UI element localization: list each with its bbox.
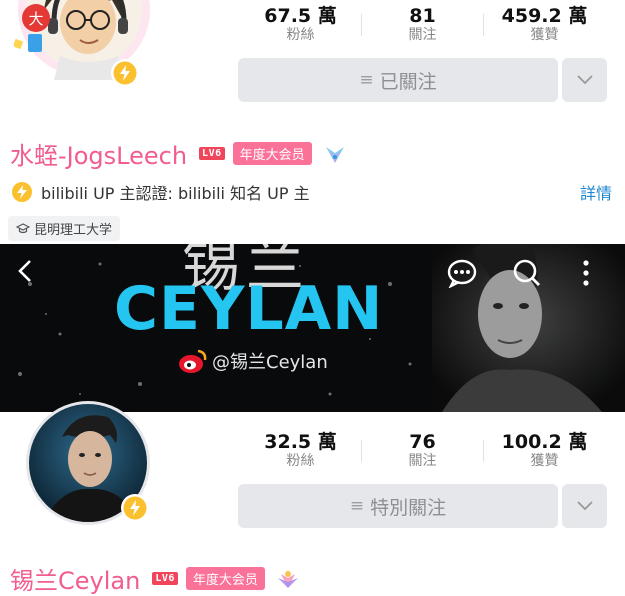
banner-weibo: @锡兰Ceylan <box>178 348 328 374</box>
school-name: 昆明理工大学 <box>34 223 113 238</box>
chat-icon[interactable] <box>446 258 478 288</box>
back-icon[interactable] <box>14 258 36 284</box>
certification-row: bilibili UP 主認證: bilibili 知名 UP 主 詳情 <box>12 180 612 204</box>
stat-value: 100.2 萬 <box>501 431 588 453</box>
stats-bottom: 32.5 萬 粉絲 76 關注 100.2 萬 獲贊 <box>240 432 605 470</box>
menu-lines-icon: ≡ <box>359 70 374 90</box>
vip-badge[interactable]: 年度大会员 <box>232 142 312 165</box>
following-label: 已關注 <box>379 70 437 93</box>
stat-value: 67.5 萬 <box>264 5 337 27</box>
stat-label: 粉絲 <box>286 453 315 469</box>
username[interactable]: 锡兰Ceylan <box>10 561 140 596</box>
follow-options-button[interactable] <box>562 58 607 102</box>
stat-label: 關注 <box>408 27 437 43</box>
weibo-handle: @锡兰Ceylan <box>212 352 328 373</box>
chevron-down-icon <box>576 501 593 511</box>
avatar-jogsleech[interactable]: 大 年 <box>12 0 152 92</box>
search-icon[interactable] <box>512 258 542 288</box>
lightning-icon <box>12 182 32 202</box>
stat-value: 76 <box>409 431 436 453</box>
lightning-icon <box>121 494 149 522</box>
more-vertical-icon[interactable] <box>581 258 591 288</box>
level-badge: LV6 <box>152 572 178 585</box>
stat-fans[interactable]: 67.5 萬 粉絲 <box>240 6 361 44</box>
weibo-icon <box>179 349 207 373</box>
flower-badge-icon[interactable] <box>275 568 301 590</box>
username[interactable]: 水蛭-JogsLeech <box>10 136 187 171</box>
flower-badge-icon[interactable] <box>322 143 348 165</box>
details-link[interactable]: 詳情 <box>580 180 612 204</box>
level-badge: LV6 <box>199 147 225 160</box>
stat-label: 關注 <box>408 453 437 469</box>
lightning-icon <box>111 59 139 87</box>
stat-label: 獲贊 <box>530 27 559 43</box>
stat-likes[interactable]: 100.2 萬 獲贊 <box>484 432 605 470</box>
profile-banner: 锡兰 CEYLAN @锡兰Ceylan <box>0 244 625 412</box>
stat-fans[interactable]: 32.5 萬 粉絲 <box>240 432 361 470</box>
stats-top: 67.5 萬 粉絲 81 關注 459.2 萬 獲贊 <box>240 6 605 44</box>
stat-label: 粉絲 <box>286 27 315 43</box>
name-row-bottom: 锡兰Ceylan LV6 年度大会员 <box>10 561 301 596</box>
stat-value: 32.5 萬 <box>264 431 337 453</box>
stat-likes[interactable]: 459.2 萬 獲贊 <box>484 6 605 44</box>
name-row-top: 水蛭-JogsLeech LV6 年度大会员 <box>10 136 348 171</box>
special-follow-button[interactable]: ≡ 特別關注 <box>238 484 558 528</box>
special-follow-label: 特別關注 <box>370 496 447 519</box>
vip-badge[interactable]: 年度大会员 <box>185 567 265 590</box>
certification-text: bilibili UP 主認證: bilibili 知名 UP 主 <box>41 184 310 203</box>
menu-lines-icon: ≡ <box>349 496 365 516</box>
follow-options-button[interactable] <box>562 484 607 528</box>
graduation-cap-icon <box>16 222 30 233</box>
avatar-ceylan[interactable] <box>24 401 152 525</box>
avatar-text-left: 大 <box>28 10 43 28</box>
school-tag[interactable]: 昆明理工大学 <box>8 216 121 241</box>
stat-value: 81 <box>409 5 436 27</box>
stat-following[interactable]: 81 關注 <box>362 6 483 44</box>
stat-label: 獲贊 <box>530 453 559 469</box>
chevron-down-icon <box>576 75 593 85</box>
stat-following[interactable]: 76 關注 <box>362 432 483 470</box>
stat-value: 459.2 萬 <box>501 5 588 27</box>
following-button[interactable]: ≡ 已關注 <box>238 58 558 102</box>
banner-title: CEYLAN <box>114 274 384 344</box>
